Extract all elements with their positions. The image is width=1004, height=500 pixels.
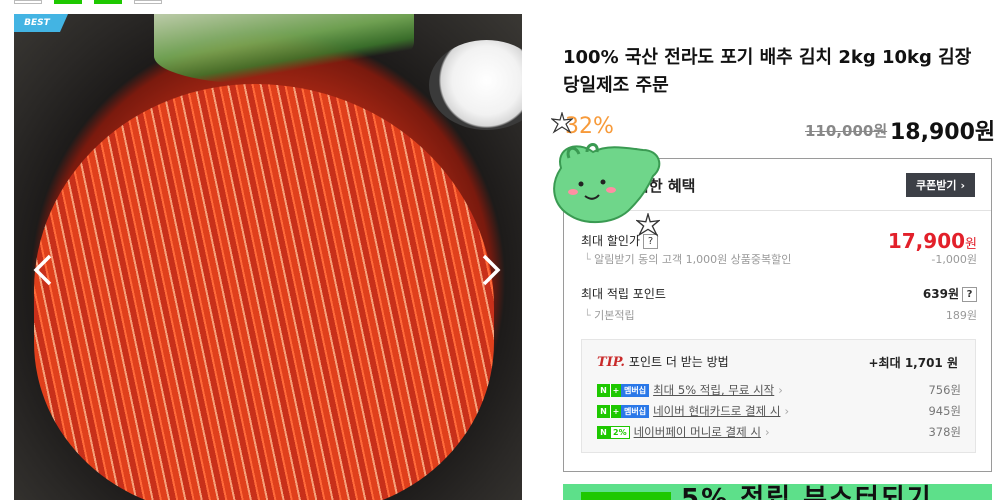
sale-price: 18,900원: [890, 120, 996, 145]
tip-value: 378원: [928, 425, 961, 439]
thumbnail-3[interactable]: [94, 0, 122, 4]
membership-badge-label: 멤버십: [621, 404, 650, 418]
green-onion-garnish: [154, 14, 414, 84]
thumbnail-2[interactable]: [54, 0, 82, 4]
tip-row-left: N + 멤버십 네이버 현대카드로 결제 시 ›: [597, 403, 789, 419]
tip-row-left: N + 멤버십 최대 5% 적립, 무료 시작 ›: [597, 382, 783, 398]
max-discount-value: 17,900: [887, 229, 966, 253]
base-point-value: 189원: [945, 309, 977, 322]
membership-badge-label: 멤버십: [621, 383, 650, 397]
alarm-discount-row: 알림받기 동의 고객 1,000원 상품중복할인 -1,000원: [581, 251, 977, 267]
tip-row[interactable]: N + 멤버십 네이버 현대카드로 결제 시 › 945원: [597, 403, 961, 419]
gallery-next-button[interactable]: [476, 250, 506, 290]
tip-heading: TIP. 포인트 더 받는 방법: [597, 353, 729, 370]
plus-icon: +: [610, 383, 621, 397]
base-point-row: 기본적립 189원: [581, 307, 977, 323]
naver-pay-badge: N 2%: [597, 425, 630, 439]
banner-badge: [581, 492, 671, 500]
chevron-right-icon: ›: [784, 404, 790, 418]
thumbnail-1[interactable]: [14, 0, 42, 4]
naver-membership-badge: N + 멤버십: [597, 383, 650, 397]
gallery-prev-button[interactable]: [28, 250, 58, 290]
tip-max: +최대 1,701 원: [868, 356, 959, 370]
thumbnail-strip: [14, 0, 162, 4]
product-image: [14, 14, 522, 500]
chevron-right-icon: [482, 254, 501, 286]
membership-banner[interactable]: 5% 적립 부스터되기: [563, 484, 992, 500]
product-title: 100% 국산 전라도 포기 배추 김치 2kg 10kg 김장 당일제조 주문: [563, 47, 972, 96]
naver-n-icon: N: [597, 425, 610, 439]
naver-n-icon: N: [597, 404, 610, 418]
naver-membership-badge: N + 멤버십: [597, 404, 650, 418]
tip-link[interactable]: 최대 5% 적립, 무료 시작: [653, 382, 774, 398]
chevron-right-icon: ›: [764, 425, 770, 439]
tip-row-left: N 2% 네이버페이 머니로 결제 시 ›: [597, 424, 770, 440]
alarm-discount-label: 알림받기 동의 고객 1,000원 상품중복할인: [584, 251, 791, 267]
pay-percent-label: 2%: [610, 425, 630, 439]
max-point-value: 639원: [922, 287, 959, 301]
max-discount-value-wrap: 17,900원: [888, 229, 977, 253]
original-price: 110,000원: [805, 122, 888, 140]
max-point-label: 최대 적립 포인트: [581, 287, 666, 301]
chevron-right-icon: ›: [778, 383, 783, 397]
max-point-value-wrap: 639원?: [923, 285, 977, 302]
max-point-row: 최대 적립 포인트 639원?: [581, 285, 977, 303]
tip-row[interactable]: N 2% 네이버페이 머니로 결제 시 › 378원: [597, 424, 961, 440]
thumbnail-4[interactable]: [134, 0, 162, 4]
base-point-label: 기본적립: [584, 307, 634, 323]
tip-link[interactable]: 네이버페이 머니로 결제 시: [634, 424, 761, 440]
help-icon[interactable]: ?: [962, 287, 977, 302]
tip-row[interactable]: N + 멤버십 최대 5% 적립, 무료 시작 › 756원: [597, 382, 961, 398]
plus-icon: +: [610, 404, 621, 418]
banner-text: 5% 적립 부스터되기: [681, 484, 933, 500]
kimchi-photo: [34, 84, 494, 500]
tip-label: 포인트 더 받는 방법: [628, 355, 729, 369]
best-badge: BEST: [14, 14, 68, 32]
tip-value: 945원: [928, 404, 961, 418]
naver-n-icon: N: [597, 383, 610, 397]
alarm-discount-value: -1,000원: [931, 253, 977, 266]
max-discount-label: 최대 할인가: [581, 234, 641, 248]
sparkle-icon: [551, 112, 573, 134]
tip-box: TIP. 포인트 더 받는 방법 +최대 1,701 원 N + 멤버십 최대 5% …: [581, 339, 976, 453]
coupon-button[interactable]: 쿠폰받기 ›: [905, 173, 975, 197]
max-discount-unit: 원: [965, 237, 977, 252]
chevron-left-icon: [33, 254, 52, 286]
tip-prefix: TIP.: [597, 355, 625, 370]
coupon-button-label: 쿠폰받기: [915, 179, 957, 192]
salt-bowl: [429, 40, 522, 130]
chevron-right-icon: ›: [960, 178, 965, 192]
sparkle-icon: [636, 213, 660, 237]
tip-value: 756원: [928, 383, 961, 397]
tip-link[interactable]: 네이버 현대카드로 결제 시: [653, 403, 780, 419]
